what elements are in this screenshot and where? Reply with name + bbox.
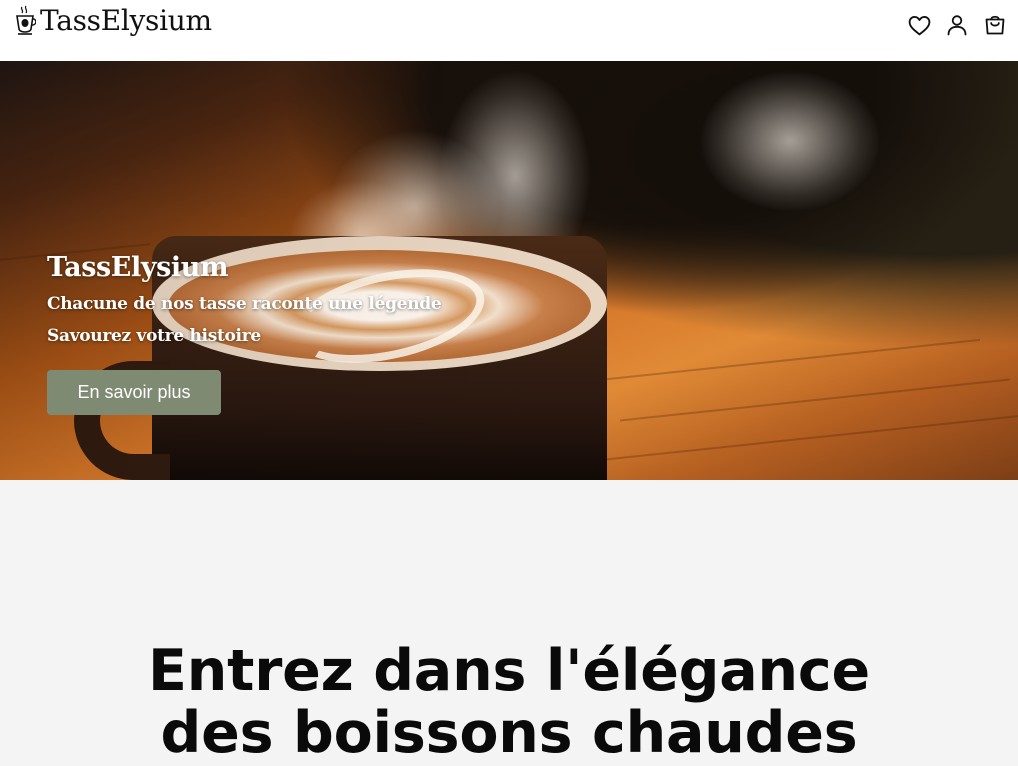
brand-logo[interactable]: TassElysium (14, 4, 212, 37)
section-headline: Entrez dans l'élégance des boissons chau… (0, 640, 1018, 764)
hero-title: TassElysium (47, 252, 229, 283)
account-button[interactable] (944, 12, 970, 38)
heart-icon (908, 15, 930, 35)
brand-name: TassElysium (40, 4, 212, 37)
headline-line-1: Entrez dans l'élégance (148, 638, 870, 704)
header-actions (906, 12, 1008, 38)
hero-banner: TassElysium Chacune de nos tasse raconte… (0, 61, 1018, 480)
wishlist-button[interactable] (906, 12, 932, 38)
headline-line-2: des boissons chaudes (160, 700, 858, 766)
shopping-bag-icon (985, 15, 1005, 35)
coffee-cup-logo-icon (16, 5, 36, 35)
hero-tagline: Chacune de nos tasse raconte une légende (47, 294, 442, 314)
hero-subtagline: Savourez votre histoire (47, 326, 261, 346)
site-header: TassElysium (0, 0, 1018, 61)
user-icon (947, 15, 967, 36)
cart-button[interactable] (982, 12, 1008, 38)
learn-more-button[interactable]: En savoir plus (47, 370, 221, 415)
